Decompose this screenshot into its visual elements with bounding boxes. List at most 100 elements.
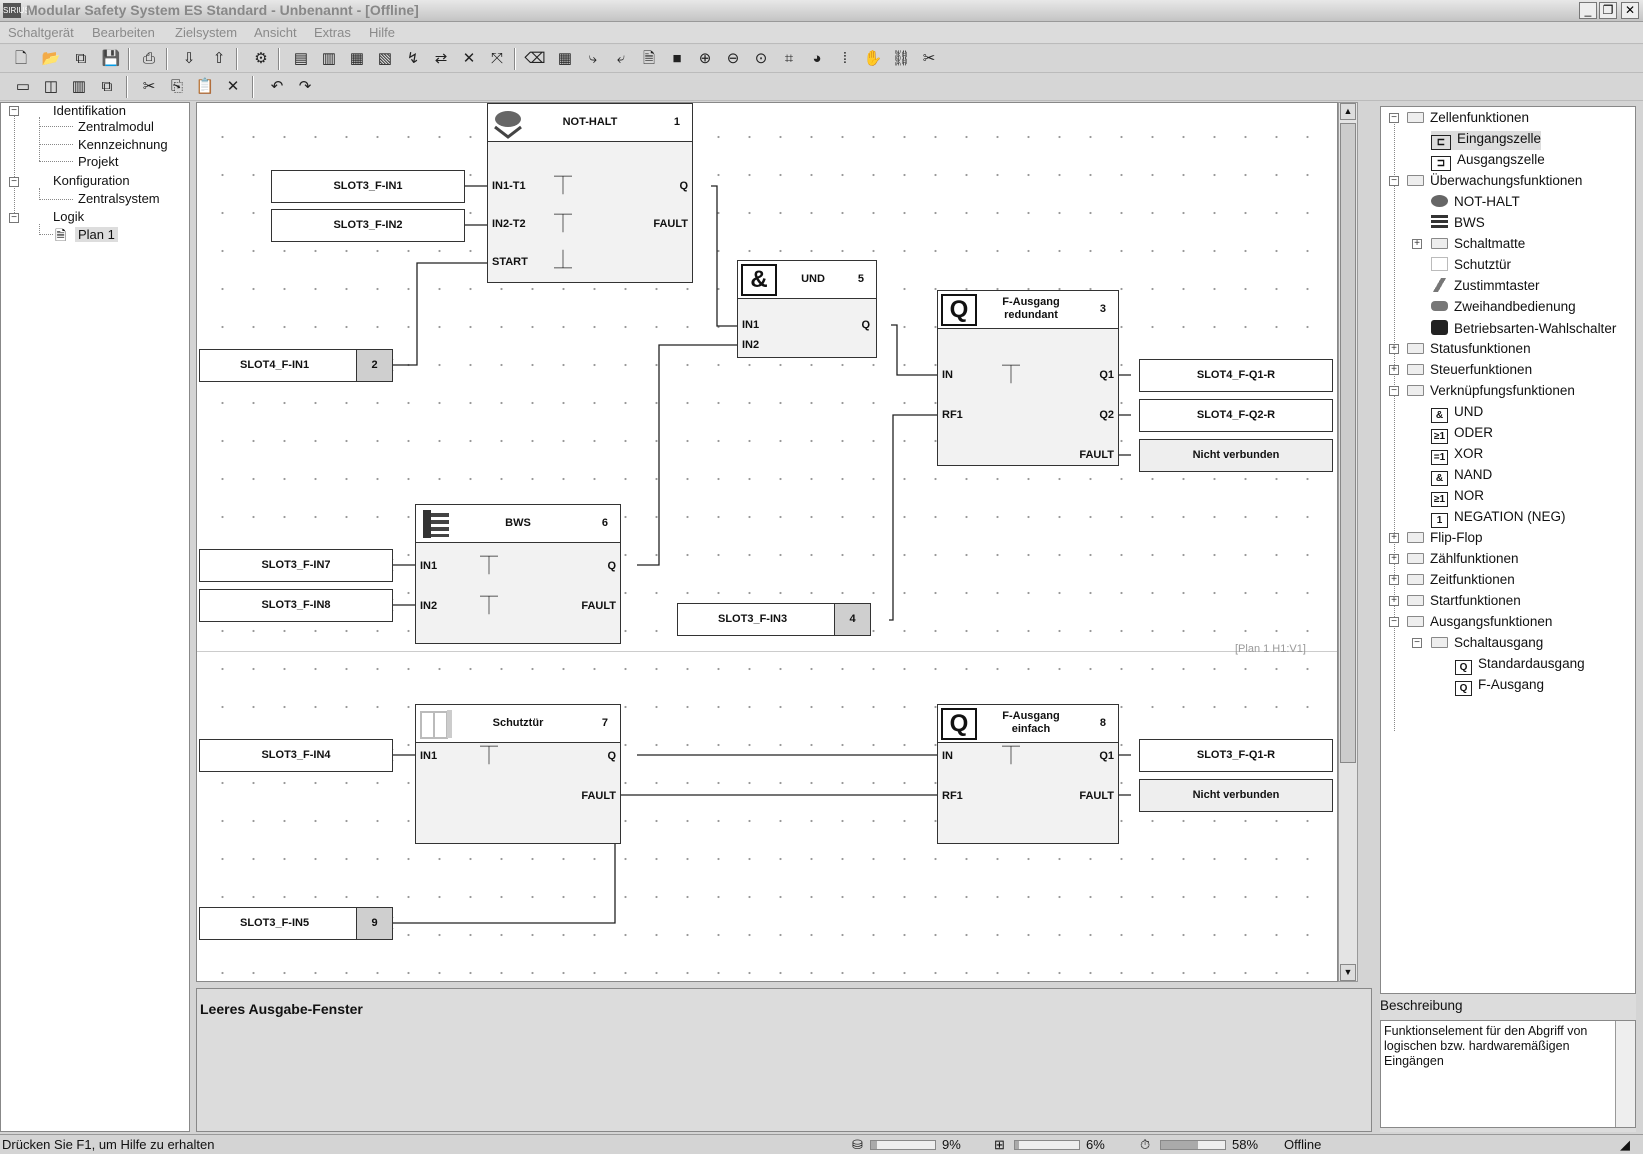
port-in[interactable]: IN [942, 369, 953, 381]
description-scrollbar[interactable] [1615, 1021, 1635, 1127]
connect-blocks-icon[interactable]: ⛓ [890, 49, 912, 69]
table-icon[interactable]: ▦ [554, 49, 576, 69]
tag-slot4-q1r[interactable]: SLOT4_F-Q1-R [1139, 359, 1333, 392]
port-in2-t2[interactable]: IN2-T2 [492, 218, 526, 230]
block-schutztuer[interactable]: Schutztür 7 IN1 Q FAULT ⏉ [415, 704, 621, 844]
port-rf1[interactable]: RF1 [942, 409, 963, 421]
port-q[interactable]: Q [607, 560, 616, 572]
lib-nothalt[interactable]: NOT-HALT [1431, 194, 1520, 209]
disconnect-icon[interactable]: ✂ [918, 49, 940, 69]
tag-slot3-q1r[interactable]: SLOT3_F-Q1-R [1139, 739, 1333, 772]
cut-icon[interactable]: ✂ [138, 77, 160, 97]
menu-bearbeiten[interactable]: Bearbeiten [92, 25, 155, 40]
port-in1[interactable]: IN1 [742, 319, 759, 331]
port-q1[interactable]: Q1 [1099, 369, 1114, 381]
expand-steuer-icon[interactable]: + [1389, 365, 1399, 375]
lib-ausgang[interactable]: Ausgangsfunktionen [1407, 614, 1552, 629]
block-und[interactable]: & UND 5 IN1 IN2 Q [737, 260, 877, 358]
delete-icon[interactable]: ✕ [222, 77, 244, 97]
expand-flipflop-icon[interactable]: + [1389, 533, 1399, 543]
route-icon[interactable]: ⤶ [610, 49, 632, 69]
menu-zielsystem[interactable]: Zielsystem [175, 25, 237, 40]
port-q1[interactable]: Q1 [1099, 750, 1114, 762]
copy-icon[interactable]: ⎘ [166, 77, 188, 97]
tree-zentralmodul[interactable]: Zentralmodul [78, 119, 154, 134]
tag-slot3-in2[interactable]: SLOT3_F-IN2 [271, 209, 465, 242]
diagnostics-icon[interactable]: ⚙ [250, 49, 272, 69]
tree-konfiguration[interactable]: Konfiguration [53, 173, 130, 188]
hand-icon[interactable]: ✋ [862, 49, 884, 69]
lib-schutztuer[interactable]: Schutztür [1431, 257, 1511, 272]
tag-slot3-in5[interactable]: SLOT3_F-IN5 9 [199, 907, 393, 940]
lib-zweihand[interactable]: Zweihandbedienung [1431, 299, 1576, 314]
fit-page-icon[interactable]: ⌗ [778, 49, 800, 69]
lib-status[interactable]: Statusfunktionen [1407, 341, 1531, 356]
paste-icon[interactable]: 📋 [194, 77, 216, 97]
collapse-zellen-icon[interactable]: − [1389, 113, 1399, 123]
open-folder-icon[interactable]: 📂 [40, 49, 62, 69]
lib-steuer[interactable]: Steuerfunktionen [1407, 362, 1532, 377]
collapse-konfiguration-icon[interactable]: − [9, 177, 19, 187]
port-in1[interactable]: IN1 [420, 750, 437, 762]
lib-zeit[interactable]: Zeitfunktionen [1407, 572, 1515, 587]
grid-icon[interactable]: ⁞ [834, 49, 856, 69]
menu-schaltgeraet[interactable]: Schaltgerät [8, 25, 74, 40]
tag-slot3-in3[interactable]: SLOT3_F-IN3 4 [677, 603, 871, 636]
lib-ueberwachung[interactable]: Überwachungsfunktionen [1407, 173, 1582, 188]
port-in2[interactable]: IN2 [420, 600, 437, 612]
tag-not-connected-1[interactable]: Nicht verbunden [1139, 439, 1333, 472]
port-q[interactable]: Q [607, 750, 616, 762]
view-single-icon[interactable]: ▭ [12, 77, 34, 97]
view-window-icon[interactable]: ⧉ [96, 77, 118, 97]
collapse-ueberwachung-icon[interactable]: − [1389, 176, 1399, 186]
lib-zaehl[interactable]: Zählfunktionen [1407, 551, 1519, 566]
port-start[interactable]: START [492, 256, 528, 268]
document-icon[interactable]: 🗎 [638, 49, 660, 69]
device-icon-3[interactable]: ▦ [346, 49, 368, 69]
collapse-logik-icon[interactable]: − [9, 213, 19, 223]
resize-grip-icon[interactable]: ◢ [1620, 1137, 1630, 1153]
collapse-schaltausgang-icon[interactable]: − [1412, 638, 1422, 648]
undo-icon[interactable]: ↶ [266, 77, 288, 97]
lib-zellenfunktionen[interactable]: Zellenfunktionen [1407, 110, 1529, 125]
tag-not-connected-2[interactable]: Nicht verbunden [1139, 779, 1333, 812]
collapse-identifikation-icon[interactable]: − [9, 106, 19, 116]
globe-icon[interactable]: ◕ [806, 49, 828, 69]
expand-zeit-icon[interactable]: + [1389, 575, 1399, 585]
lib-eingangszelle[interactable]: ⊏ Eingangszelle [1431, 131, 1542, 150]
menu-extras[interactable]: Extras [314, 25, 351, 40]
lib-standardausgang[interactable]: Q Standardausgang [1455, 656, 1585, 675]
port-q[interactable]: Q [861, 319, 870, 331]
expand-start-icon[interactable]: + [1389, 596, 1399, 606]
device-icon-5[interactable]: ↯ [402, 49, 424, 69]
block-f-ausgang-redundant[interactable]: Q F-Ausgang redundant 3 IN RF1 Q1 Q2 FAUL… [937, 290, 1119, 466]
canvas-scrollbar[interactable]: ▲ ▼ [1338, 102, 1358, 982]
lib-oder[interactable]: ≥1 ODER [1431, 425, 1493, 444]
port-q2[interactable]: Q2 [1099, 409, 1114, 421]
menu-ansicht[interactable]: Ansicht [254, 25, 297, 40]
device-icon-1[interactable]: ▤ [290, 49, 312, 69]
tag-slot4-q2r[interactable]: SLOT4_F-Q2-R [1139, 399, 1333, 432]
device-icon-4[interactable]: ▧ [374, 49, 396, 69]
scroll-up-icon[interactable]: ▲ [1340, 103, 1356, 120]
tree-projekt[interactable]: Projekt [78, 154, 118, 169]
device-icon-8[interactable]: ⤧ [486, 49, 508, 69]
lib-neg[interactable]: 1 NEGATION (NEG) [1431, 509, 1566, 528]
lib-und[interactable]: & UND [1431, 404, 1483, 423]
view-panels-icon[interactable]: ▥ [68, 77, 90, 97]
lib-nand[interactable]: & NAND [1431, 467, 1492, 486]
device-icon-2[interactable]: ▥ [318, 49, 340, 69]
port-fault[interactable]: FAULT [1079, 449, 1114, 461]
connect-icon[interactable]: ⤷ [582, 49, 604, 69]
lib-flipflop[interactable]: Flip-Flop [1407, 530, 1483, 545]
tag-slot3-in8[interactable]: SLOT3_F-IN8 [199, 589, 393, 622]
scroll-thumb[interactable] [1340, 123, 1356, 763]
port-fault[interactable]: FAULT [581, 600, 616, 612]
lib-start[interactable]: Startfunktionen [1407, 593, 1521, 608]
port-fault[interactable]: FAULT [581, 790, 616, 802]
load-to-device-icon[interactable]: ⇩ [178, 49, 200, 69]
tag-slot4-in1[interactable]: SLOT4_F-IN1 2 [199, 349, 393, 382]
lib-bws[interactable]: BWS [1431, 215, 1485, 230]
menu-hilfe[interactable]: Hilfe [369, 25, 395, 40]
collapse-ausgang-icon[interactable]: − [1389, 617, 1399, 627]
